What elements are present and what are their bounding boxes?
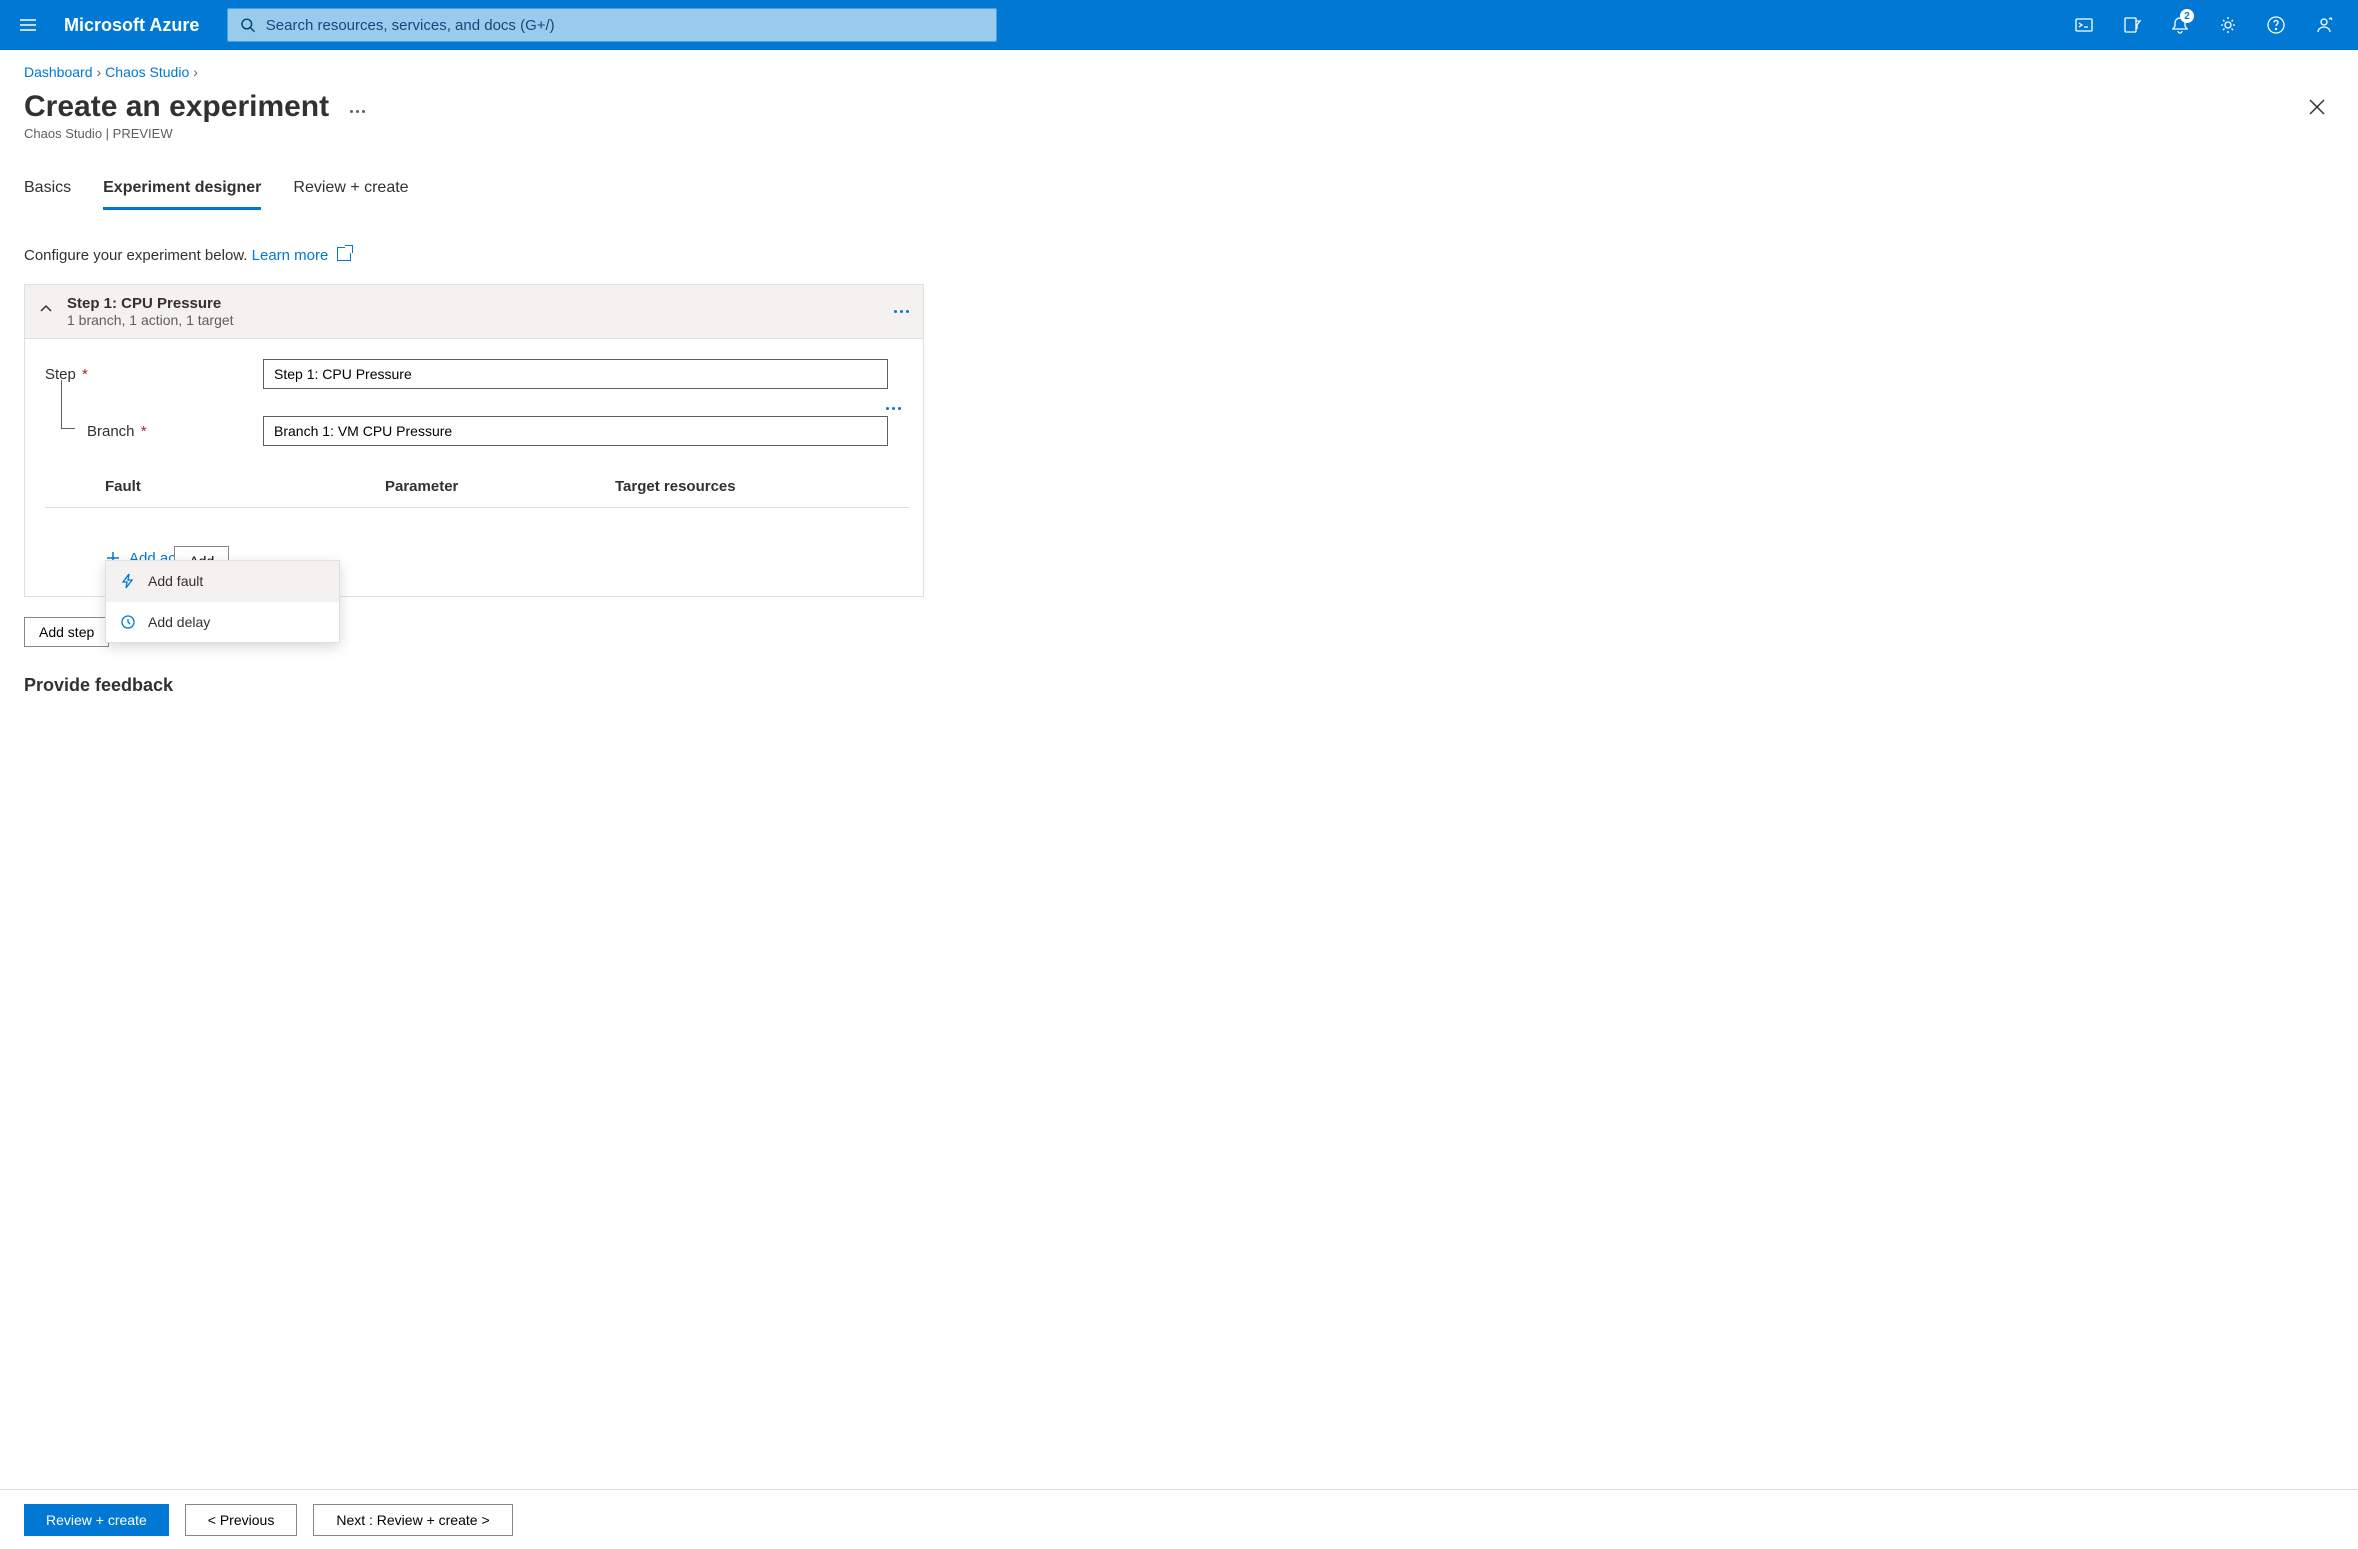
chevron-up-icon [39,302,53,316]
col-fault: Fault [105,478,385,495]
help-icon [2266,15,2286,35]
tab-experiment-designer[interactable]: Experiment designer [103,171,261,210]
notifications-button[interactable]: 2 [2158,5,2202,45]
step-summary: 1 branch, 1 action, 1 target [67,312,894,328]
add-delay-label: Add delay [148,614,210,630]
step-title: Step 1: CPU Pressure [67,295,894,312]
branch-name-input[interactable] [263,416,888,446]
step-collapse-button[interactable] [39,302,53,321]
page-title: Create an experiment [24,90,329,124]
topbar-actions: 2 [2062,5,2350,45]
step-header: Step 1: CPU Pressure 1 branch, 1 action,… [25,285,923,339]
filter-icon [2122,15,2142,35]
add-delay-item[interactable]: Add delay [106,601,339,642]
footer-bar: Review + create < Previous Next : Review… [0,1489,2358,1549]
feedback-button[interactable] [2302,5,2346,45]
add-action-dropdown: Add fault Add delay [105,560,340,643]
close-button[interactable] [2300,90,2334,129]
add-fault-item[interactable]: Add fault [106,561,339,601]
cloud-shell-icon [2074,15,2094,35]
cloud-shell-button[interactable] [2062,5,2106,45]
chevron-right-icon: › [97,64,102,80]
settings-button[interactable] [2206,5,2250,45]
branch-field-label: Branch * [45,423,263,440]
help-button[interactable] [2254,5,2298,45]
gear-icon [2218,15,2238,35]
directory-filter-button[interactable] [2110,5,2154,45]
fault-table-header: Fault Parameter Target resources [45,464,909,508]
intro-text: Configure your experiment below. Learn m… [24,247,924,264]
topbar: Microsoft Azure 2 [0,0,2358,50]
page-more-button[interactable] [350,110,365,113]
step-field-label: Step * [45,366,263,383]
review-create-button[interactable]: Review + create [24,1504,169,1536]
col-target: Target resources [615,478,736,495]
tabs: Basics Experiment designer Review + crea… [24,171,2334,211]
previous-button[interactable]: < Previous [185,1504,298,1536]
brand-label[interactable]: Microsoft Azure [48,15,227,36]
next-button[interactable]: Next : Review + create > [313,1504,512,1536]
hamburger-icon [18,15,38,35]
hamburger-menu-button[interactable] [8,5,48,45]
lightning-icon [120,573,136,589]
tab-review-create[interactable]: Review + create [293,171,408,210]
col-parameter: Parameter [385,478,615,495]
external-link-icon [337,247,351,261]
designer-panel: Configure your experiment below. Learn m… [24,247,924,696]
close-icon [2308,98,2326,116]
clock-icon [120,614,136,630]
breadcrumb-chaos-studio[interactable]: Chaos Studio [105,64,189,80]
learn-more-link[interactable]: Learn more [252,247,351,264]
add-step-button[interactable]: Add step [24,617,109,647]
page-subtitle: Chaos Studio | PREVIEW [24,126,2300,141]
breadcrumb: Dashboard › Chaos Studio › [24,50,2334,86]
step-card: Step 1: CPU Pressure 1 branch, 1 action,… [24,284,924,597]
branch-more-button[interactable] [886,407,901,410]
add-fault-label: Add fault [148,573,203,589]
feedback-icon [2314,15,2334,35]
search-box[interactable] [227,8,997,42]
chevron-right-icon: › [193,64,198,80]
tab-basics[interactable]: Basics [24,171,71,210]
notification-badge: 2 [2180,9,2194,23]
page-header: Create an experiment Chaos Studio | PREV… [24,86,2334,141]
breadcrumb-dashboard[interactable]: Dashboard [24,64,93,80]
step-more-button[interactable] [894,310,909,313]
search-input[interactable] [266,17,985,34]
feedback-heading: Provide feedback [24,675,924,696]
search-icon [240,17,255,33]
intro-label: Configure your experiment below. [24,247,247,264]
step-name-input[interactable] [263,359,888,389]
